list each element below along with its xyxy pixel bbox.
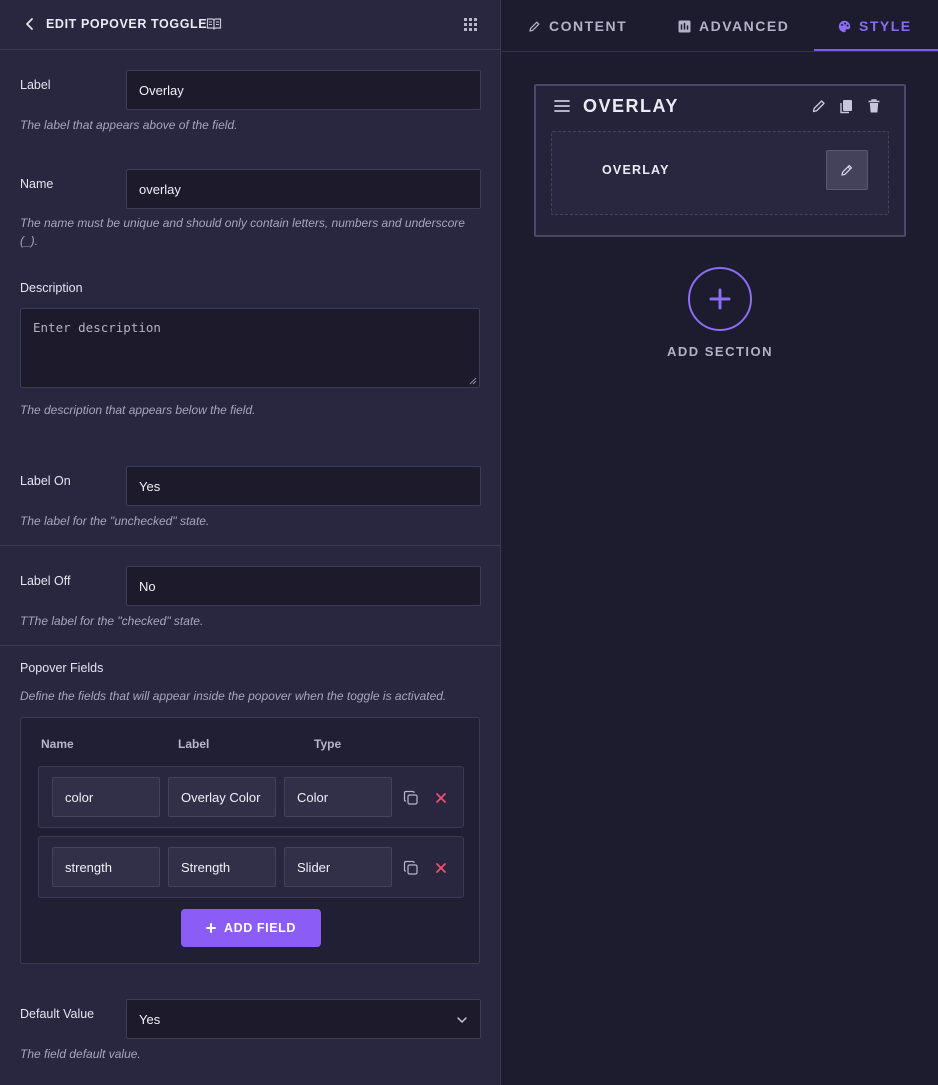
name-input[interactable]: overlay <box>126 169 481 209</box>
tab-style[interactable]: STYLE <box>838 0 912 52</box>
element-card[interactable]: OVERLAY <box>551 131 889 215</box>
label-help: The label that appears above of the fiel… <box>20 118 238 132</box>
row-type-select[interactable]: Color <box>284 777 392 817</box>
column-header-type: Type <box>314 737 342 751</box>
popover-fields-label: Popover Fields <box>20 661 104 675</box>
close-icon[interactable] <box>435 792 447 804</box>
section-card[interactable]: OVERLAY OVERLAY <box>534 84 906 237</box>
row-label-input[interactable]: Overlay Color <box>168 777 276 817</box>
panel-title: EDIT POPOVER TOGGLE <box>46 17 208 31</box>
name-help: The name must be unique and should only … <box>20 216 465 248</box>
default-value-select[interactable]: Yes <box>126 999 481 1039</box>
table-row: color Overlay Color Color <box>38 766 464 828</box>
resize-grip-icon[interactable] <box>469 377 477 385</box>
palette-icon <box>838 20 851 32</box>
row-name-input[interactable]: strength <box>52 847 160 887</box>
label-off-field-label: Label Off <box>20 574 71 588</box>
add-field-button[interactable]: ADD FIELD <box>181 909 321 947</box>
divider <box>0 545 500 546</box>
settings-panel: EDIT POPOVER TOGGLE Label Overlay The la… <box>0 0 501 1085</box>
tab-content-label: CONTENT <box>549 18 628 34</box>
tab-advanced[interactable]: ADVANCED <box>678 0 789 52</box>
table-row: strength Strength Slider <box>38 836 464 898</box>
copy-icon[interactable] <box>403 790 419 806</box>
chevron-left-icon[interactable] <box>22 16 38 32</box>
default-value-selected: Yes <box>139 1011 161 1027</box>
default-value-field-label: Default Value <box>20 1007 95 1021</box>
trash-icon[interactable] <box>866 98 882 114</box>
panel-header: EDIT POPOVER TOGGLE <box>0 0 500 50</box>
close-icon[interactable] <box>435 862 447 874</box>
tab-content[interactable]: CONTENT <box>528 0 627 52</box>
row-name-input[interactable]: color <box>52 777 160 817</box>
label-on-help: The label for the "unchecked" state. <box>20 514 210 528</box>
edit-element-button[interactable] <box>826 150 868 190</box>
tab-style-label: STYLE <box>859 18 912 34</box>
duplicate-icon[interactable] <box>838 98 854 114</box>
description-help: The description that appears below the f… <box>20 403 256 417</box>
popover-fields-help: Define the fields that will appear insid… <box>20 689 447 703</box>
tab-advanced-label: ADVANCED <box>699 18 790 34</box>
description-field-label: Description <box>20 281 83 295</box>
copy-icon[interactable] <box>403 860 419 876</box>
add-section-button[interactable] <box>688 267 752 331</box>
column-header-name: Name <box>41 737 74 751</box>
element-title: OVERLAY <box>602 163 670 177</box>
book-open-icon[interactable] <box>206 16 222 32</box>
description-placeholder: Enter description <box>33 320 161 335</box>
popover-fields-table: Name Label Type color Overlay Color Colo… <box>20 717 480 964</box>
divider <box>0 645 500 646</box>
label-on-field-label: Label On <box>20 474 71 488</box>
edit-icon[interactable] <box>811 98 827 114</box>
name-field-label: Name <box>20 177 54 191</box>
add-field-label: ADD FIELD <box>223 921 297 935</box>
label-off-help: TThe label for the "checked" state. <box>20 614 204 628</box>
plus-icon <box>709 288 731 310</box>
label-on-input[interactable]: Yes <box>126 466 481 506</box>
row-type-select[interactable]: Slider <box>284 847 392 887</box>
pencil-icon <box>841 164 853 176</box>
add-section-label[interactable]: ADD SECTION <box>620 344 820 359</box>
label-off-input[interactable]: No <box>126 566 481 606</box>
advanced-icon <box>678 20 691 32</box>
description-textarea[interactable]: Enter description <box>20 308 480 388</box>
label-input[interactable]: Overlay <box>126 70 481 110</box>
column-header-label: Label <box>178 737 210 751</box>
builder-tabs: CONTENT ADVANCED STYLE <box>502 0 938 52</box>
active-tab-indicator <box>814 49 938 51</box>
grid-dots-icon[interactable] <box>463 17 478 32</box>
chevron-down-icon <box>457 1017 467 1023</box>
plus-icon <box>205 923 216 933</box>
pencil-icon <box>529 21 540 32</box>
section-title: OVERLAY <box>583 96 679 116</box>
drag-handle-icon[interactable] <box>554 99 570 113</box>
default-value-help: The field default value. <box>20 1047 141 1061</box>
label-field-label: Label <box>20 78 51 92</box>
row-label-input[interactable]: Strength <box>168 847 276 887</box>
